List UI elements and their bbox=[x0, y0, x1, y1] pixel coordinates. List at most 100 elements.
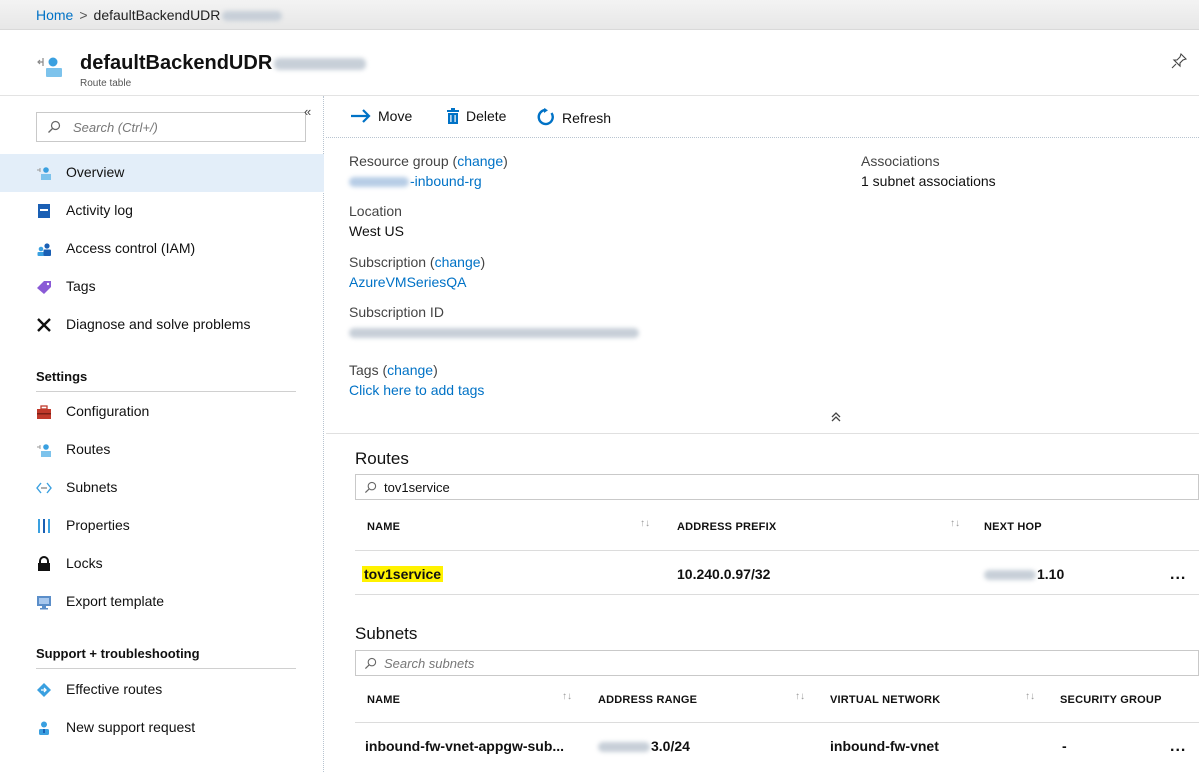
sort-icon[interactable]: ↑↓ bbox=[562, 691, 572, 702]
resource-group-label: Resource group (change) bbox=[349, 153, 508, 169]
change-subscription-link[interactable]: change bbox=[435, 254, 481, 270]
sidebar-item-locks[interactable]: Locks bbox=[0, 545, 324, 583]
sidebar-item-routes[interactable]: Routes bbox=[0, 431, 324, 469]
route-name-cell[interactable]: tov1service bbox=[362, 566, 444, 582]
subnets-search-input[interactable]: Search subnets bbox=[355, 650, 1199, 676]
redacted-text bbox=[274, 57, 367, 70]
more-actions-button[interactable]: ... bbox=[1170, 566, 1186, 584]
tags-label: Tags (change) bbox=[349, 362, 438, 378]
sidebar-item-label: Access control (IAM) bbox=[66, 240, 196, 256]
subscription-id-value bbox=[349, 324, 639, 340]
subscription-id-label: Subscription ID bbox=[349, 304, 444, 320]
sidebar-item-activity-log[interactable]: Activity log bbox=[0, 192, 324, 230]
sidebar-item-label: New support request bbox=[66, 719, 196, 735]
route-table-icon bbox=[37, 57, 62, 77]
sidebar-item-properties[interactable]: Properties bbox=[0, 507, 324, 545]
search-icon bbox=[364, 657, 377, 670]
breadcrumb-separator: > bbox=[79, 7, 88, 23]
sidebar-item-label: Activity log bbox=[66, 202, 133, 218]
redacted-text bbox=[222, 11, 283, 22]
top-bar: Home > defaultBackendUDR bbox=[0, 0, 1199, 30]
sidebar-item-label: Subnets bbox=[66, 479, 118, 495]
column-header-security-group[interactable]: SECURITY GROUP bbox=[1060, 694, 1162, 706]
address-prefix-cell: 10.240.0.97/32 bbox=[677, 566, 771, 582]
sidebar-item-overview[interactable]: Overview bbox=[0, 154, 324, 192]
trash-icon bbox=[447, 108, 459, 124]
sort-icon[interactable]: ↑↓ bbox=[795, 691, 805, 702]
column-header-address-prefix[interactable]: ADDRESS PREFIX bbox=[677, 521, 776, 533]
breadcrumb-home-link[interactable]: Home bbox=[36, 7, 73, 23]
lock-icon bbox=[38, 556, 50, 571]
move-button[interactable]: Move bbox=[350, 108, 412, 124]
subnets-section-title: Subnets bbox=[355, 624, 418, 643]
sidebar-section-settings: Settings bbox=[36, 369, 88, 384]
column-header-address-range[interactable]: ADDRESS RANGE bbox=[598, 694, 697, 706]
search-icon bbox=[48, 120, 61, 133]
redacted-text bbox=[598, 742, 650, 753]
delete-label: Delete bbox=[466, 108, 507, 124]
essentials-panel: Resource group (change) -inbound-rg Loca… bbox=[326, 138, 1199, 434]
subscription-label: Subscription (change) bbox=[349, 254, 486, 270]
sort-icon[interactable]: ↑↓ bbox=[950, 518, 960, 529]
redacted-text bbox=[349, 177, 409, 188]
sidebar-item-effective-routes[interactable]: Effective routes bbox=[0, 671, 324, 709]
associations-value: 1 subnet associations bbox=[861, 173, 996, 189]
sidebar-item-label: Tags bbox=[66, 278, 96, 294]
sidebar-item-subnets[interactable]: Subnets bbox=[0, 469, 324, 507]
subnets-search-placeholder: Search subnets bbox=[384, 656, 475, 671]
sidebar-item-configuration[interactable]: Configuration bbox=[0, 393, 324, 431]
collapse-essentials-button[interactable] bbox=[831, 412, 841, 425]
column-header-virtual-network[interactable]: VIRTUAL NETWORK bbox=[830, 694, 940, 706]
sort-icon[interactable]: ↑↓ bbox=[640, 518, 650, 529]
routes-filter-value: tov1service bbox=[384, 480, 450, 495]
column-header-name[interactable]: NAME bbox=[367, 694, 400, 706]
search-icon bbox=[364, 481, 377, 494]
more-actions-button[interactable]: ... bbox=[1170, 738, 1186, 756]
sidebar-item-label: Effective routes bbox=[66, 681, 163, 697]
sidebar-item-label: Diagnose and solve problems bbox=[66, 316, 251, 332]
refresh-button[interactable]: Refresh bbox=[536, 108, 611, 126]
collapse-sidebar-button[interactable]: « bbox=[304, 104, 311, 119]
table-divider bbox=[355, 594, 1199, 595]
sidebar-search-input[interactable]: Search (Ctrl+/) bbox=[36, 112, 306, 142]
column-header-name[interactable]: NAME bbox=[367, 521, 400, 533]
virtual-network-cell: inbound-fw-vnet bbox=[830, 738, 939, 754]
wrench-icon bbox=[37, 318, 51, 332]
route-table-icon bbox=[37, 444, 51, 457]
breadcrumb: Home > defaultBackendUDR bbox=[36, 7, 283, 23]
move-label: Move bbox=[378, 108, 413, 124]
support-person-icon bbox=[39, 721, 49, 735]
sidebar-item-label: Properties bbox=[66, 517, 130, 533]
sidebar: Search (Ctrl+/) « Overview Activity log … bbox=[0, 96, 324, 772]
add-tags-link[interactable]: Click here to add tags bbox=[349, 382, 484, 398]
sidebar-item-new-support-request[interactable]: New support request bbox=[0, 709, 324, 747]
route-table-icon bbox=[37, 167, 51, 180]
sort-icon[interactable]: ↑↓ bbox=[1025, 691, 1035, 702]
sidebar-item-tags[interactable]: Tags bbox=[0, 268, 324, 306]
command-bar: Move Delete Refresh bbox=[326, 96, 1199, 138]
delete-button[interactable]: Delete bbox=[446, 108, 506, 124]
subscription-value[interactable]: AzureVMSeriesQA bbox=[349, 274, 466, 290]
export-icon bbox=[37, 596, 51, 610]
sidebar-item-access-control[interactable]: Access control (IAM) bbox=[0, 230, 324, 268]
page-title: defaultBackendUDR bbox=[80, 52, 367, 75]
subnet-name-cell[interactable]: inbound-fw-vnet-appgw-sub... bbox=[365, 738, 564, 754]
redacted-text bbox=[349, 328, 639, 339]
change-resource-group-link[interactable]: change bbox=[457, 153, 503, 169]
section-divider bbox=[36, 668, 296, 669]
routes-filter-input[interactable]: tov1service bbox=[355, 474, 1199, 500]
sidebar-item-label: Routes bbox=[66, 441, 111, 457]
associations-label: Associations bbox=[861, 153, 940, 169]
pin-icon[interactable] bbox=[1170, 52, 1188, 70]
sidebar-item-diagnose[interactable]: Diagnose and solve problems bbox=[0, 306, 324, 344]
column-header-next-hop[interactable]: NEXT HOP bbox=[984, 521, 1042, 533]
routes-section-title: Routes bbox=[355, 449, 409, 468]
change-tags-link[interactable]: change bbox=[387, 362, 433, 378]
tag-icon bbox=[37, 281, 51, 294]
sidebar-item-label: Locks bbox=[66, 555, 103, 571]
chevron-double-up-icon bbox=[831, 412, 841, 422]
sidebar-item-export-template[interactable]: Export template bbox=[0, 583, 324, 621]
sidebar-item-label: Overview bbox=[66, 164, 125, 180]
refresh-icon bbox=[537, 108, 554, 126]
resource-group-value[interactable]: -inbound-rg bbox=[349, 173, 482, 189]
